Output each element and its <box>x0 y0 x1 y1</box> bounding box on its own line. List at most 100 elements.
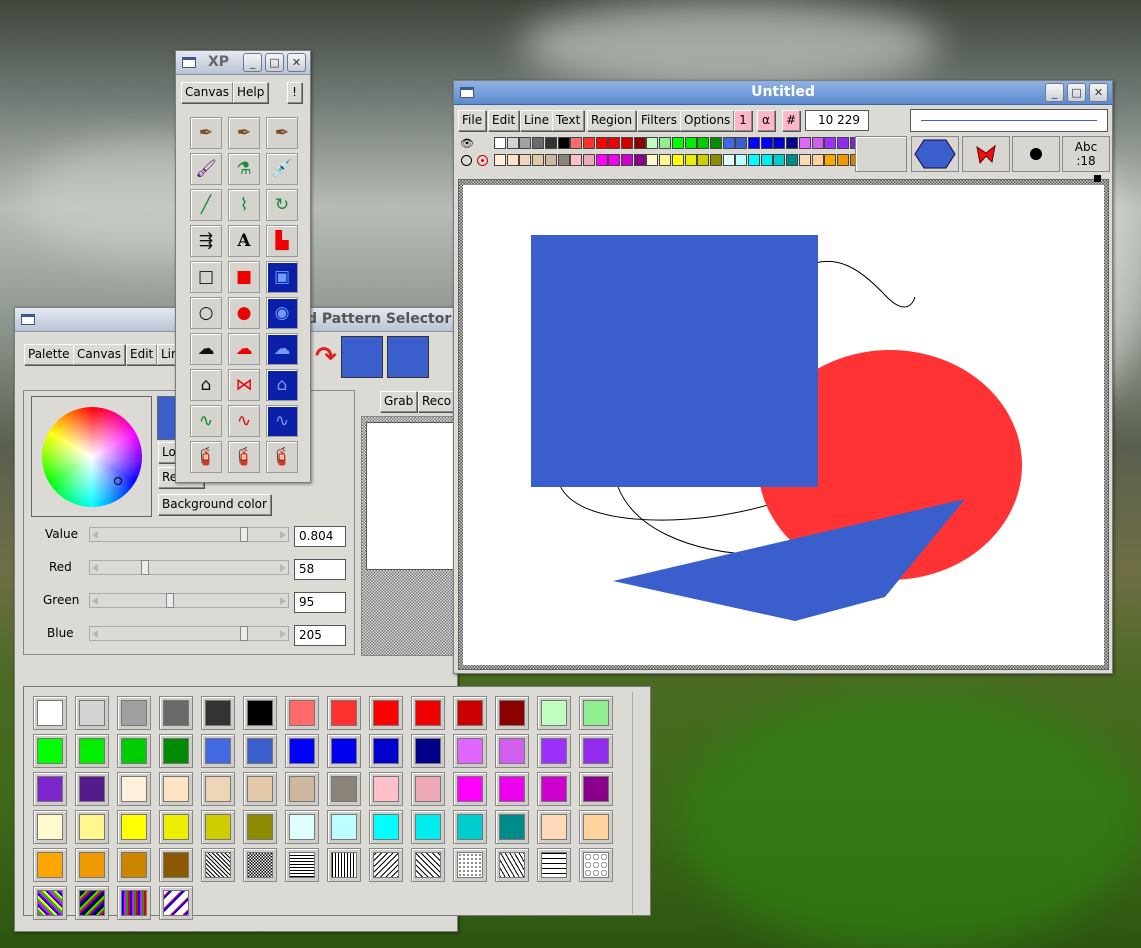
color-swatch[interactable] <box>159 810 193 844</box>
color-swatch[interactable] <box>453 734 487 768</box>
color-swatch[interactable] <box>537 772 571 806</box>
color-swatch[interactable] <box>201 734 235 768</box>
menu-file[interactable]: File <box>458 110 487 131</box>
color-swatch[interactable] <box>495 772 529 806</box>
color-swatch[interactable] <box>33 772 67 806</box>
mini-color-swatch[interactable] <box>544 154 557 166</box>
color-swatch[interactable] <box>369 772 403 806</box>
eye-icon[interactable]: 👁 <box>460 138 474 150</box>
color-swatch[interactable] <box>201 772 235 806</box>
dot-shape-button[interactable] <box>1012 136 1060 172</box>
tools-menu-help[interactable]: Help <box>233 82 269 103</box>
spray-red-icon[interactable]: 🧯 <box>190 441 222 473</box>
line-icon[interactable]: ╱ <box>190 189 222 221</box>
mini-color-swatch[interactable] <box>595 137 608 149</box>
color-swatch[interactable] <box>117 772 151 806</box>
color-swatch[interactable] <box>327 848 361 882</box>
color-swatch[interactable] <box>201 810 235 844</box>
mini-color-swatch[interactable] <box>798 137 811 149</box>
blue-slider-thumb[interactable] <box>240 626 249 641</box>
mini-color-swatch[interactable] <box>786 154 799 166</box>
grid-button[interactable]: # <box>782 110 800 131</box>
mini-color-swatch[interactable] <box>684 154 697 166</box>
tools-menu-canvas[interactable]: Canvas <box>181 82 234 103</box>
color-swatch[interactable] <box>453 848 487 882</box>
color-swatch[interactable] <box>285 734 319 768</box>
red-slider-thumb[interactable] <box>141 560 150 575</box>
mini-color-swatch[interactable] <box>748 154 760 166</box>
freeform-dotted-icon[interactable]: ☁ <box>266 333 298 365</box>
color-swatch[interactable] <box>369 696 403 730</box>
mini-color-swatch[interactable] <box>494 137 506 149</box>
mini-color-swatch[interactable] <box>659 137 672 149</box>
color-swatch[interactable] <box>285 696 319 730</box>
spray-blue-icon[interactable]: 🧯 <box>228 441 260 473</box>
polyline-icon[interactable]: ⌇ <box>228 189 260 221</box>
color-swatch[interactable] <box>369 734 403 768</box>
color-swatch[interactable] <box>327 772 361 806</box>
color-wheel[interactable] <box>42 407 142 507</box>
mini-color-swatch[interactable] <box>621 137 633 149</box>
color-swatch[interactable] <box>75 696 109 730</box>
menu-edit[interactable]: Edit <box>488 110 520 131</box>
mini-color-swatch[interactable] <box>671 137 684 149</box>
value-slider-thumb[interactable] <box>240 527 249 542</box>
mini-color-swatch[interactable] <box>532 154 545 166</box>
value-field[interactable]: 0.804 <box>294 526 346 547</box>
color-swatch[interactable] <box>117 810 151 844</box>
circle-mode-icon[interactable] <box>461 155 472 166</box>
color-swatch[interactable] <box>33 886 67 920</box>
curve-outline-icon[interactable]: ∿ <box>190 405 222 437</box>
polygon-outline-icon[interactable]: ⌂ <box>190 369 222 401</box>
mini-color-swatch[interactable] <box>811 154 824 166</box>
color-swatch[interactable] <box>369 848 403 882</box>
color-swatch[interactable] <box>243 848 277 882</box>
pen-brown3-icon[interactable]: ✒ <box>266 117 298 149</box>
arc-icon[interactable]: ↻ <box>266 189 298 221</box>
canvas-resize-handle[interactable] <box>1094 175 1101 182</box>
maximize-button[interactable]: □ <box>265 53 284 72</box>
mini-color-swatch[interactable] <box>798 154 811 166</box>
color-swatch[interactable] <box>369 810 403 844</box>
bowtie-shape-button[interactable] <box>962 136 1010 172</box>
mini-color-swatch[interactable] <box>824 154 837 166</box>
mini-color-swatch[interactable] <box>722 154 735 166</box>
color-swatch[interactable] <box>117 734 151 768</box>
dropper-icon[interactable]: 💉 <box>266 153 298 185</box>
minimize-button[interactable]: _ <box>1045 83 1064 102</box>
color-swatch[interactable] <box>243 734 277 768</box>
foreground-preview[interactable] <box>341 336 383 378</box>
alert-button[interactable]: ! <box>287 82 302 103</box>
mini-color-swatch[interactable] <box>519 154 532 166</box>
color-swatch[interactable] <box>243 696 277 730</box>
color-swatch[interactable] <box>159 848 193 882</box>
mini-color-swatch[interactable] <box>671 154 684 166</box>
color-swatch[interactable] <box>411 772 445 806</box>
mini-color-swatch[interactable] <box>532 137 545 149</box>
mini-color-swatch[interactable] <box>633 137 646 149</box>
menu-text[interactable]: Text <box>552 110 585 131</box>
polygon-filled-icon[interactable]: ⋈ <box>228 369 260 401</box>
color-swatch[interactable] <box>285 772 319 806</box>
color-swatch[interactable] <box>201 848 235 882</box>
menu-palette[interactable]: Palette <box>24 344 74 365</box>
tools-titlebar[interactable]: XP _ □ ✕ <box>176 51 310 75</box>
color-swatch[interactable] <box>537 848 571 882</box>
color-swatch[interactable] <box>453 696 487 730</box>
fill-icon[interactable]: ▙ <box>266 225 298 257</box>
menu-filters[interactable]: Filters <box>637 110 681 131</box>
background-color-button[interactable]: Background color <box>158 494 271 515</box>
mini-color-swatch[interactable] <box>811 137 824 149</box>
color-swatch[interactable] <box>75 886 109 920</box>
canvas-titlebar[interactable]: Untitled _ □ ✕ <box>454 81 1112 105</box>
mini-color-swatch[interactable] <box>709 137 722 149</box>
polygon-dotted-icon[interactable]: ⌂ <box>266 369 298 401</box>
menu-options[interactable]: Options <box>680 110 735 131</box>
green-field[interactable]: 95 <box>294 592 346 613</box>
color-swatch[interactable] <box>285 810 319 844</box>
color-swatch[interactable] <box>117 696 151 730</box>
mini-color-swatch[interactable] <box>722 137 735 149</box>
mini-color-swatch[interactable] <box>697 154 710 166</box>
swap-arrow-icon[interactable]: ↷ <box>315 344 337 370</box>
color-swatch[interactable] <box>75 810 109 844</box>
